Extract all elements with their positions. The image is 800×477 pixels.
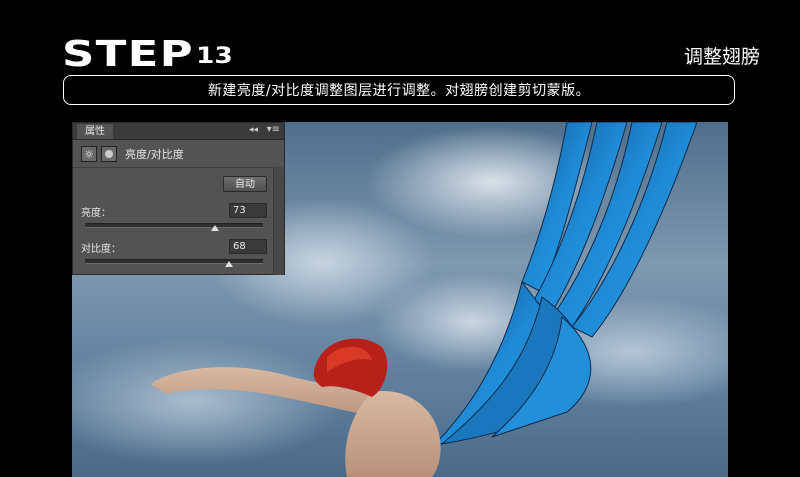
brightness-slider[interactable] bbox=[85, 223, 263, 228]
contrast-slider-thumb[interactable] bbox=[225, 261, 234, 267]
contrast-slider[interactable] bbox=[85, 259, 263, 264]
brightness-value-input[interactable]: 73 bbox=[229, 203, 267, 218]
section-title: 调整翅膀 bbox=[683, 46, 760, 68]
mask-icon[interactable] bbox=[101, 146, 117, 162]
adjustment-header: ☼ 亮度/对比度 bbox=[81, 145, 184, 163]
brightness-slider-thumb[interactable] bbox=[210, 225, 219, 231]
auto-button[interactable]: 自动 bbox=[223, 176, 267, 192]
brightness-label: 亮度： bbox=[81, 208, 111, 219]
contrast-value-input[interactable]: 68 bbox=[229, 239, 267, 254]
step-title: STEP bbox=[62, 34, 194, 75]
contrast-label: 对比度： bbox=[81, 244, 121, 255]
wing bbox=[431, 122, 698, 448]
divider bbox=[73, 167, 284, 168]
instruction-caption: 新建亮度/对比度调整图层进行调整。对翅膀创建剪切蒙版。 bbox=[63, 75, 735, 105]
properties-panel: 属性 ◂◂ ▾≡ ☼ 亮度/对比度 自动 亮度： 73 对比度： 68 bbox=[72, 122, 285, 275]
tab-properties[interactable]: 属性 bbox=[77, 124, 113, 139]
panel-scrollbar[interactable] bbox=[273, 167, 284, 275]
step-number: 13 bbox=[196, 44, 233, 69]
caption-text: 新建亮度/对比度调整图层进行调整。对翅膀创建剪切蒙版。 bbox=[207, 83, 591, 99]
panel-menu-icon[interactable]: ▾≡ bbox=[267, 124, 280, 135]
panel-tabbar: 属性 ◂◂ ▾≡ bbox=[73, 123, 284, 140]
sun-icon: ☼ bbox=[81, 146, 97, 162]
woman-figure bbox=[150, 338, 441, 477]
collapse-icon[interactable]: ◂◂ bbox=[249, 125, 258, 135]
adjustment-name: 亮度/对比度 bbox=[125, 148, 184, 161]
